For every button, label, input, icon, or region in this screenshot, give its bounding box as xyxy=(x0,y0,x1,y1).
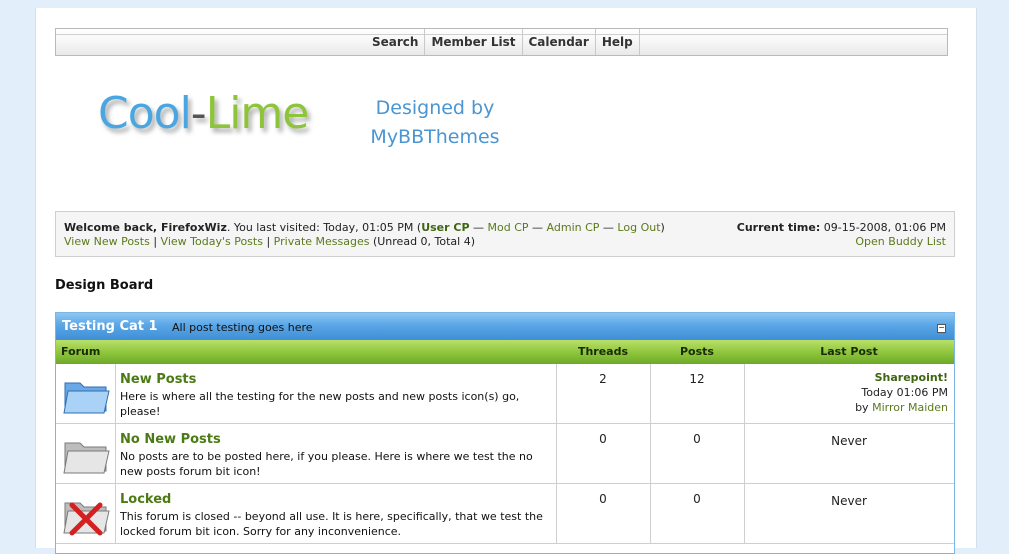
last-post-never: Never xyxy=(831,494,867,508)
post-count: 0 xyxy=(693,432,701,446)
menu-help[interactable]: Help xyxy=(596,29,640,55)
last-post-time: Today 01:06 PM xyxy=(861,386,948,399)
forum-description: No posts are to be posted here, if you p… xyxy=(120,450,533,478)
column-last-post: Last Post xyxy=(820,345,878,358)
top-menu-bar: Search Member List Calendar Help xyxy=(55,28,948,56)
thread-count: 0 xyxy=(599,492,607,506)
current-time-value: 09-15-2008, 01:06 PM xyxy=(820,221,946,234)
category-header: Testing Cat 1 All post testing goes here… xyxy=(56,313,954,340)
column-forum: Forum xyxy=(61,345,101,358)
last-post-title-link[interactable]: Sharepoint! xyxy=(855,370,948,385)
thread-count: 0 xyxy=(599,432,607,446)
page-title: Design Board xyxy=(55,278,154,293)
forum-name-link[interactable]: No New Posts xyxy=(120,432,221,447)
forum-description: This forum is closed -- beyond all use. … xyxy=(120,510,543,538)
open-buddy-list-link[interactable]: Open Buddy List xyxy=(855,235,946,248)
table-row: No New Posts No posts are to be posted h… xyxy=(56,424,954,484)
welcome-panel: Welcome back, FirefoxWiz. You last visit… xyxy=(55,211,955,257)
last-post-never: Never xyxy=(831,434,867,448)
site-logo[interactable]: Cool-Lime xyxy=(98,88,309,139)
category-title[interactable]: Testing Cat 1 xyxy=(62,319,158,334)
forum-description: Here is where all the testing for the ne… xyxy=(120,390,520,418)
current-time-label: Current time: xyxy=(736,221,821,234)
table-row: Locked This forum is closed -- beyond al… xyxy=(56,484,954,544)
page-container: Search Member List Calendar Help Cool-Li… xyxy=(35,8,977,554)
menu-calendar[interactable]: Calendar xyxy=(523,29,596,55)
last-post-user-link[interactable]: Mirror Maiden xyxy=(872,401,948,414)
admin-cp-link[interactable]: Admin CP xyxy=(547,221,600,234)
forum-name-link[interactable]: Locked xyxy=(120,492,171,507)
private-messages-link[interactable]: Private Messages xyxy=(274,235,370,248)
designed-by-text: Designed by MyBBThemes xyxy=(370,97,500,148)
category-description: All post testing goes here xyxy=(172,321,313,334)
column-threads: Threads xyxy=(577,345,629,358)
table-row: New Posts Here is where all the testing … xyxy=(56,364,954,424)
column-header-row: Forum Threads Posts Last Post xyxy=(56,340,954,364)
thread-count: 2 xyxy=(599,372,607,386)
forum-name-link[interactable]: New Posts xyxy=(120,372,196,387)
log-out-link[interactable]: Log Out xyxy=(617,221,660,234)
mod-cp-link[interactable]: Mod CP xyxy=(488,221,529,234)
post-count: 0 xyxy=(693,492,701,506)
view-new-posts-link[interactable]: View New Posts xyxy=(64,235,150,248)
folder-new-icon xyxy=(63,382,110,414)
user-cp-link[interactable]: User CP xyxy=(421,221,469,234)
folder-locked-icon xyxy=(63,502,110,536)
welcome-greeting: Welcome back, FirefoxWiz xyxy=(64,221,227,234)
menu-search[interactable]: Search xyxy=(366,29,426,55)
menu-member-list[interactable]: Member List xyxy=(425,29,523,55)
view-todays-posts-link[interactable]: View Today's Posts xyxy=(161,235,263,248)
last-post-info: Sharepoint! Today 01:06 PM by Mirror Mai… xyxy=(855,370,948,414)
collapse-icon[interactable]: − xyxy=(937,324,946,333)
column-posts: Posts xyxy=(680,345,714,358)
forum-table: Testing Cat 1 All post testing goes here… xyxy=(55,312,955,554)
folder-old-icon xyxy=(63,442,110,474)
post-count: 12 xyxy=(689,372,705,386)
